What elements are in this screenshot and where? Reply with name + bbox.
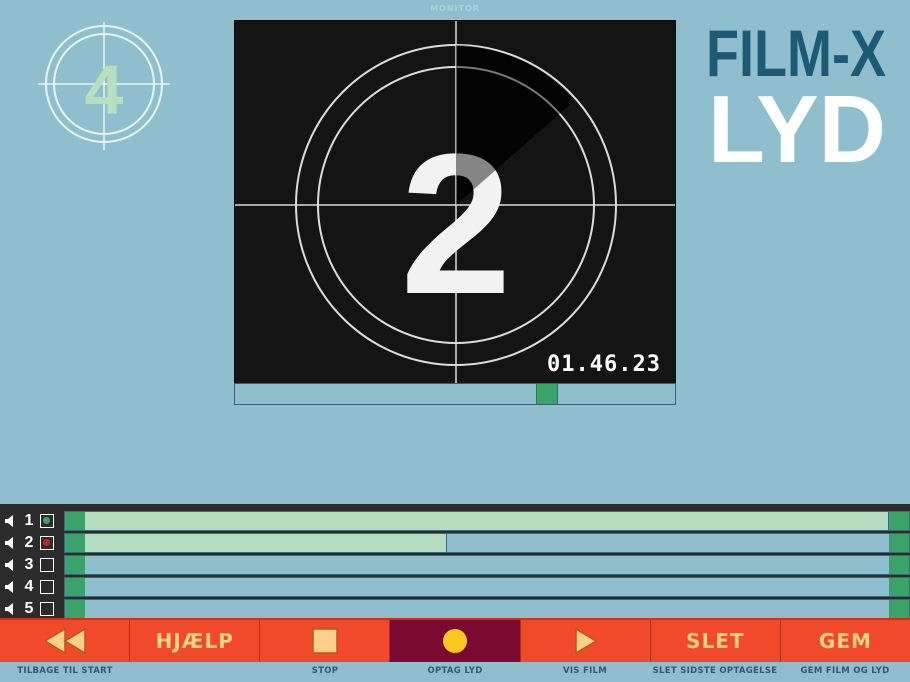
lane-start-marker: [65, 578, 85, 596]
monitor-label: MONITOR: [430, 4, 480, 13]
play-icon: [575, 627, 598, 655]
track-header: 3: [4, 555, 62, 574]
track-number: 4: [24, 577, 34, 595]
record-audio-button[interactable]: [390, 620, 521, 662]
track-timeline: 1 2 3 4 5: [0, 504, 910, 620]
track-select-checkbox[interactable]: [40, 513, 54, 528]
track-number: 5: [24, 599, 34, 617]
delete-caption: SLET SIDSTE OPTAGELSE: [652, 666, 778, 676]
track-select-checkbox[interactable]: [40, 579, 54, 594]
track-header: 5: [4, 599, 62, 618]
brand-logo: FILM-X LYD: [706, 18, 886, 168]
save-button-label: GEM: [818, 629, 872, 653]
track-indicator: [43, 516, 50, 524]
delete-last-recording-button[interactable]: SLET: [651, 620, 781, 662]
speaker-icon[interactable]: [4, 514, 18, 528]
speaker-icon[interactable]: [4, 536, 18, 550]
play-film-button[interactable]: [521, 620, 651, 662]
countdown-leader: 2: [235, 21, 675, 383]
track-number: 1: [24, 511, 34, 529]
help-caption: [130, 662, 260, 682]
track-row: 1: [0, 510, 910, 531]
track-select-checkbox[interactable]: [40, 557, 54, 572]
countdown-logo-number: 4: [85, 51, 124, 129]
play-caption: VIS FILM: [562, 666, 608, 676]
transport-toolbar: HJÆLP SLET GEM: [0, 618, 910, 662]
help-button[interactable]: HJÆLP: [130, 620, 261, 662]
video-monitor: 2 01.46.23: [234, 20, 676, 384]
track-select-checkbox[interactable]: [40, 601, 54, 616]
track-row: 3: [0, 554, 910, 575]
lane-start-marker: [65, 534, 85, 552]
scrubber-handle[interactable]: [536, 384, 558, 404]
track-row: 2: [0, 532, 910, 553]
speaker-icon[interactable]: [4, 602, 18, 616]
track-indicator: [43, 538, 50, 546]
toolbar-captions: TILBAGE TIL START STOP OPTAG LYD VIS FIL…: [0, 662, 910, 682]
delete-button-label: SLET: [686, 629, 745, 653]
countdown-logo-icon: 4: [38, 22, 170, 150]
rewind-icon: [43, 627, 86, 655]
rewind-to-start-button[interactable]: [0, 620, 131, 662]
stop-icon: [312, 628, 338, 654]
track-header: 2: [4, 533, 62, 552]
lane-end-marker: [889, 512, 909, 530]
save-button[interactable]: GEM: [781, 620, 910, 662]
track-row: 4: [0, 576, 910, 597]
track-header: 1: [4, 511, 62, 530]
lane-end-marker: [889, 578, 909, 596]
track-header: 4: [4, 577, 62, 596]
timecode: 01.46.23: [547, 352, 661, 377]
track-lane[interactable]: [64, 555, 910, 575]
stop-caption: STOP: [311, 666, 339, 676]
track-number: 2: [24, 533, 34, 551]
track-lane[interactable]: [64, 599, 910, 619]
recorded-audio-clip[interactable]: [85, 512, 889, 530]
stop-button[interactable]: [260, 620, 391, 662]
record-icon: [442, 629, 467, 653]
track-lane[interactable]: [64, 577, 910, 597]
lane-start-marker: [65, 600, 85, 618]
lane-end-marker: [889, 534, 909, 552]
help-button-label: HJÆLP: [155, 629, 234, 653]
lane-start-marker: [65, 512, 85, 530]
lane-start-marker: [65, 556, 85, 574]
speaker-icon[interactable]: [4, 580, 18, 594]
playback-scrubber[interactable]: [234, 383, 676, 405]
recorded-audio-clip[interactable]: [85, 534, 447, 552]
track-number: 3: [24, 555, 34, 573]
lane-end-marker: [889, 556, 909, 574]
track-lane[interactable]: [64, 511, 910, 531]
rewind-caption: TILBAGE TIL START: [17, 666, 113, 676]
track-lane[interactable]: [64, 533, 910, 553]
lane-end-marker: [889, 600, 909, 618]
track-row: 5: [0, 598, 910, 619]
record-caption: OPTAG LYD: [427, 666, 483, 676]
speaker-icon[interactable]: [4, 558, 18, 572]
brand-line2: LYD: [708, 76, 886, 168]
track-select-checkbox[interactable]: [40, 535, 54, 550]
save-caption: GEM FILM OG LYD: [800, 666, 890, 676]
